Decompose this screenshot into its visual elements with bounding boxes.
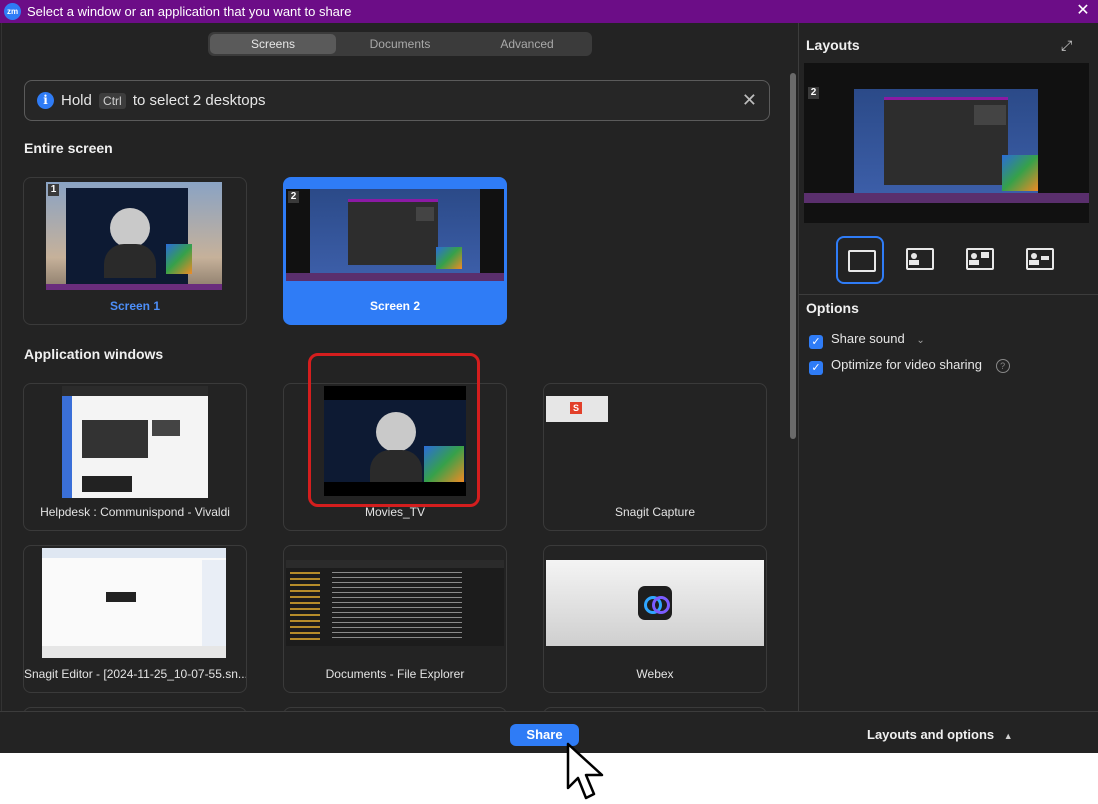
webex-thumbnail [546,560,764,646]
info-suffix: to select 2 desktops [132,92,266,109]
app-window-label: Movies_TV [364,505,426,519]
info-banner: i Hold Ctrl to select 2 desktops ✕ [24,80,770,121]
application-windows-heading: Application windows [24,346,164,362]
layouts-and-options-toggle[interactable]: Layouts and options ▲ [867,727,1013,742]
info-icon: i [37,92,54,109]
options-title: Options [806,300,859,316]
layouts-title: Layouts [806,37,860,53]
app-window-card[interactable]: S Snagit Capture [543,383,767,531]
share-dialog: zm Select a window or an application tha… [0,0,1098,753]
file-explorer-thumbnail [286,560,504,646]
snagit-editor-thumbnail [42,548,226,658]
layout-preview: 2 [804,63,1089,223]
title-bar: zm Select a window or an application tha… [0,0,1098,23]
layout-picture-in-picture-button[interactable] [896,236,940,280]
source-tabs: Screens Documents Advanced [208,32,592,56]
chevron-down-icon[interactable]: ⌄ [916,335,924,346]
screen-1-thumbnail [46,182,222,290]
snagit-logo-icon: S [570,402,582,414]
tab-advanced[interactable]: Advanced [464,34,590,54]
vivaldi-thumbnail [62,386,208,498]
zoom-logo-icon: zm [4,3,21,20]
presenter-corner-icon [906,248,934,270]
dismiss-info-icon[interactable]: ✕ [742,90,757,111]
app-window-label: Webex [636,667,674,681]
screen-1-badge: 1 [48,184,59,196]
screen-1-card[interactable]: 1 Screen 1 [23,177,247,325]
app-window-card[interactable]: Documents - File Explorer [283,545,507,693]
highlight-ring [308,353,480,507]
bottom-bar: Share Layouts and options ▲ [0,711,1098,753]
optimize-video-label: Optimize for video sharing [831,357,983,372]
info-prefix: Hold [61,92,92,109]
help-icon[interactable]: ? [995,359,1010,373]
screen-1-label: Screen 1 [109,299,161,313]
share-sound-option[interactable]: ✓ Share sound ⌄ [809,331,925,349]
screen-only-icon [848,250,876,272]
info-text: Hold Ctrl to select 2 desktops [61,92,265,109]
app-window-label: Snagit Capture [614,505,696,519]
close-icon[interactable]: ✕ [1074,2,1092,20]
screen-2-card[interactable]: 2 Screen 2 [283,177,507,325]
preview-badge: 2 [808,87,819,99]
caret-up-icon: ▲ [1003,731,1013,741]
tab-documents[interactable]: Documents [337,34,463,54]
presenter-side-icon [966,248,994,270]
layout-side-by-side-button[interactable] [956,236,1000,280]
share-sound-label: Share sound [831,331,905,346]
layout-screen-only-button[interactable] [836,236,884,284]
checkbox-checked-icon[interactable]: ✓ [809,361,823,375]
app-window-card[interactable]: Helpdesk : Communispond - Vivaldi [23,383,247,531]
screen-2-thumbnail [286,189,504,281]
app-window-label: Snagit Editor - [2024-11-25_10-07-55.sn.… [24,667,246,681]
app-window-card[interactable]: Webex [543,545,767,693]
entire-screen-heading: Entire screen [24,140,113,156]
ctrl-key-badge: Ctrl [99,93,126,109]
app-window-label: Documents - File Explorer [325,667,465,681]
app-window-label: Helpdesk : Communispond - Vivaldi [40,505,230,519]
optimize-video-option[interactable]: ✓ Optimize for video sharing ? [809,357,1010,375]
layout-presenter-only-button[interactable] [1016,236,1060,280]
window-title: Select a window or an application that y… [27,4,352,19]
presenter-only-icon [1026,248,1054,270]
scrollbar[interactable] [790,73,796,439]
tab-screens[interactable]: Screens [210,34,336,54]
webex-logo-icon [638,586,672,620]
snagit-capture-thumbnail: S [546,396,608,422]
layouts-and-options-label: Layouts and options [867,727,995,742]
expand-icon[interactable]: ⤢ [1061,37,1077,53]
layouts-panel: Layouts ⤢ 2 Options ✓ Share sound ⌄ ✓ Op… [798,23,1098,711]
screen-2-label: Screen 2 [369,299,421,313]
app-window-card[interactable]: Snagit Editor - [2024-11-25_10-07-55.sn.… [23,545,247,693]
checkbox-checked-icon[interactable]: ✓ [809,335,823,349]
mouse-cursor-icon [566,742,604,800]
divider [799,294,1098,295]
screen-2-badge: 2 [288,191,299,203]
